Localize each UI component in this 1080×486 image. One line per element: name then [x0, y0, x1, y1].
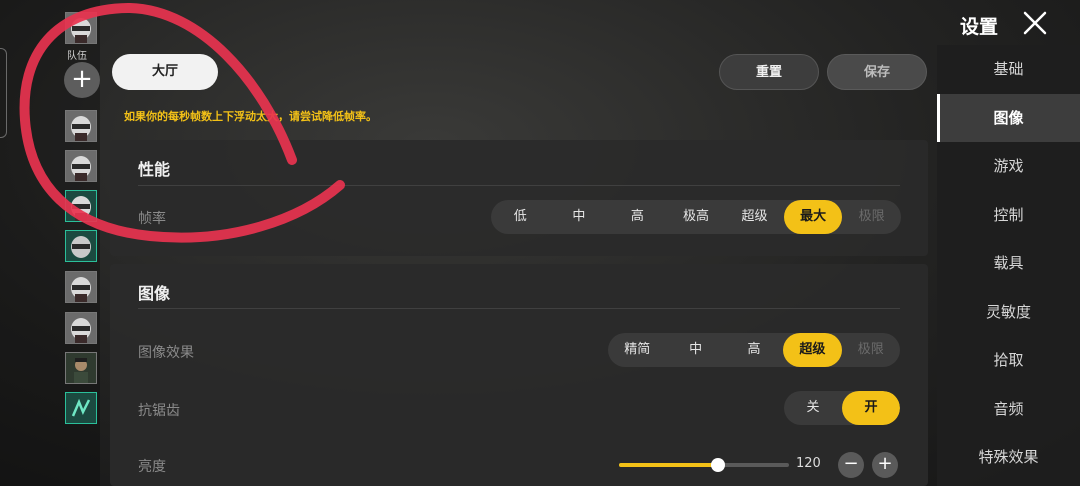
- helmet-avatar-icon: [66, 13, 96, 43]
- frame-rate-option[interactable]: 超级: [725, 200, 784, 234]
- frame-rate-notice: 如果你的每秒帧数上下浮动太大，请尝试降低帧率。: [124, 110, 377, 123]
- teammate-avatar[interactable]: [65, 190, 97, 222]
- nav-item[interactable]: 游戏: [937, 142, 1080, 190]
- anti-aliasing-option[interactable]: 关: [784, 391, 842, 425]
- brightness-label: 亮度: [138, 459, 166, 475]
- player-avatar[interactable]: [65, 12, 97, 44]
- graphics-panel: 图像 图像效果 精简中高超级 极限 抗锯齿 关开 亮度 120 − +: [110, 264, 928, 486]
- add-teammate-button[interactable]: +: [64, 62, 100, 98]
- performance-panel: 性能 帧率 低中高极高 超级 最大 极限: [110, 140, 928, 256]
- helmet-avatar-icon: [66, 151, 96, 181]
- nav-item[interactable]: 特殊效果: [937, 433, 1080, 481]
- frame-rate-option[interactable]: 低: [491, 200, 550, 234]
- graphics-quality-option[interactable]: 高: [725, 333, 783, 367]
- helmet-avatar-icon: [66, 272, 96, 302]
- graphics-quality-label: 图像效果: [138, 345, 194, 361]
- frame-rate-option[interactable]: 最大: [783, 200, 843, 234]
- settings-nav: 基础 图像 游戏 控制 载具 灵敏度 拾取 音频 特殊效果: [937, 45, 1080, 486]
- teammate-avatar[interactable]: [65, 392, 97, 424]
- anti-aliasing-toggle[interactable]: 关开: [784, 391, 900, 425]
- performance-title: 性能: [138, 160, 171, 179]
- graphics-quality-option[interactable]: 超级: [783, 333, 842, 367]
- frame-rate-option[interactable]: 中: [550, 200, 609, 234]
- nav-item[interactable]: 载具: [937, 239, 1080, 287]
- anti-aliasing-label: 抗锯齿: [138, 403, 180, 419]
- teammate-avatar[interactable]: [65, 352, 97, 384]
- teammate-avatar[interactable]: [65, 110, 97, 142]
- nav-item[interactable]: 拾取: [937, 336, 1080, 384]
- brightness-slider-knob[interactable]: [710, 458, 725, 472]
- character-avatar-icon: [66, 353, 96, 383]
- graphics-quality-option[interactable]: 精简: [608, 333, 666, 367]
- helmet-avatar-icon: [66, 111, 96, 141]
- divider: [138, 185, 900, 186]
- nav-item[interactable]: 基础: [937, 45, 1080, 93]
- settings-title: 设置: [960, 16, 999, 38]
- lobby-button[interactable]: 大厅: [112, 54, 218, 90]
- anti-aliasing-option[interactable]: 开: [842, 391, 900, 425]
- helmet-avatar-icon: [66, 191, 96, 221]
- teammate-avatar[interactable]: [65, 271, 97, 303]
- nav-item[interactable]: 音频: [937, 385, 1080, 433]
- frame-rate-label: 帧率: [138, 211, 166, 227]
- graphics-quality-option[interactable]: 极限: [842, 333, 900, 367]
- signal-avatar-icon: [66, 393, 96, 423]
- left-panel-handle[interactable]: [0, 48, 7, 138]
- brightness-decrease-button[interactable]: −: [838, 452, 864, 478]
- brightness-slider[interactable]: [619, 458, 789, 472]
- nav-item[interactable]: 图像: [937, 93, 1080, 142]
- divider: [138, 308, 900, 309]
- frame-rate-option[interactable]: 高: [608, 200, 667, 234]
- frame-rate-option[interactable]: 极限: [842, 200, 901, 234]
- helmet-avatar-icon: [66, 313, 96, 343]
- save-button[interactable]: 保存: [827, 54, 927, 90]
- frame-rate-option[interactable]: 极高: [667, 200, 726, 234]
- reset-button[interactable]: 重置: [719, 54, 819, 90]
- helmet-avatar-icon: [66, 231, 96, 261]
- graphics-title: 图像: [138, 284, 171, 303]
- teammate-avatar[interactable]: [65, 150, 97, 182]
- nav-item[interactable]: 控制: [937, 191, 1080, 239]
- close-icon[interactable]: [1022, 10, 1048, 36]
- brightness-slider-fill: [619, 463, 718, 467]
- brightness-value: 120: [796, 456, 821, 471]
- teammate-avatar[interactable]: [65, 230, 97, 262]
- graphics-quality-selector[interactable]: 精简中高超级 极限: [608, 333, 900, 367]
- teammate-avatar[interactable]: [65, 312, 97, 344]
- nav-item[interactable]: 灵敏度: [937, 288, 1080, 336]
- graphics-quality-option[interactable]: 中: [666, 333, 724, 367]
- brightness-increase-button[interactable]: +: [872, 452, 898, 478]
- frame-rate-selector[interactable]: 低中高极高 超级 最大 极限: [491, 200, 901, 234]
- squad-label: 队伍: [67, 51, 87, 62]
